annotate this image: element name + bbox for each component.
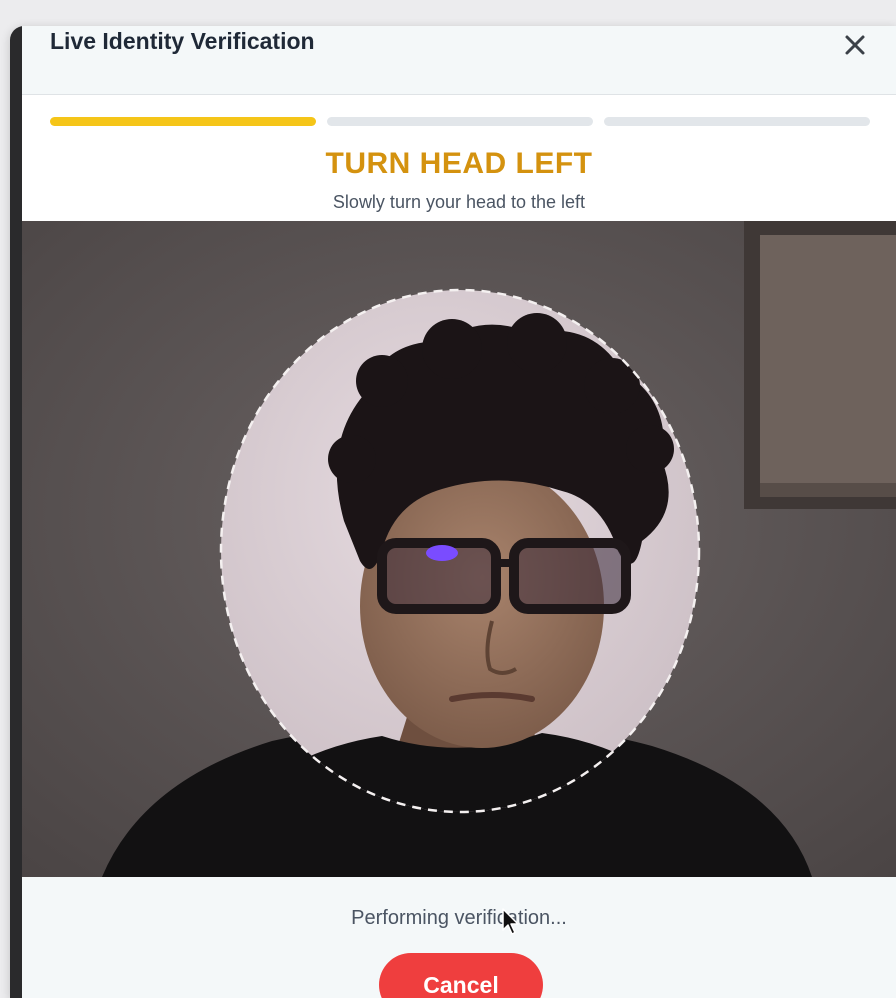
close-icon	[845, 35, 865, 55]
progress-step-1	[50, 117, 316, 126]
instruction-title: TURN HEAD LEFT	[325, 147, 593, 180]
instruction-panel: TURN HEAD LEFT Slowly turn your head to …	[22, 95, 896, 221]
close-button[interactable]	[840, 30, 870, 60]
camera-feed	[22, 221, 896, 877]
status-text: Performing verification...	[351, 907, 567, 929]
modal-title: Live Identity Verification	[50, 28, 315, 54]
verification-modal: Live Identity Verification TURN HEAD LEF…	[10, 26, 896, 998]
progress-step-2	[327, 117, 593, 126]
camera-scene	[22, 221, 896, 877]
mouse-cursor-icon	[502, 908, 519, 935]
modal-header: Live Identity Verification	[22, 26, 896, 95]
instruction-subtitle: Slowly turn your head to the left	[332, 192, 586, 212]
progress-step-3	[604, 117, 870, 126]
modal-left-edge	[10, 26, 22, 998]
cancel-button[interactable]: Cancel	[379, 953, 543, 998]
modal-footer: Performing verification... Cancel	[22, 877, 896, 998]
